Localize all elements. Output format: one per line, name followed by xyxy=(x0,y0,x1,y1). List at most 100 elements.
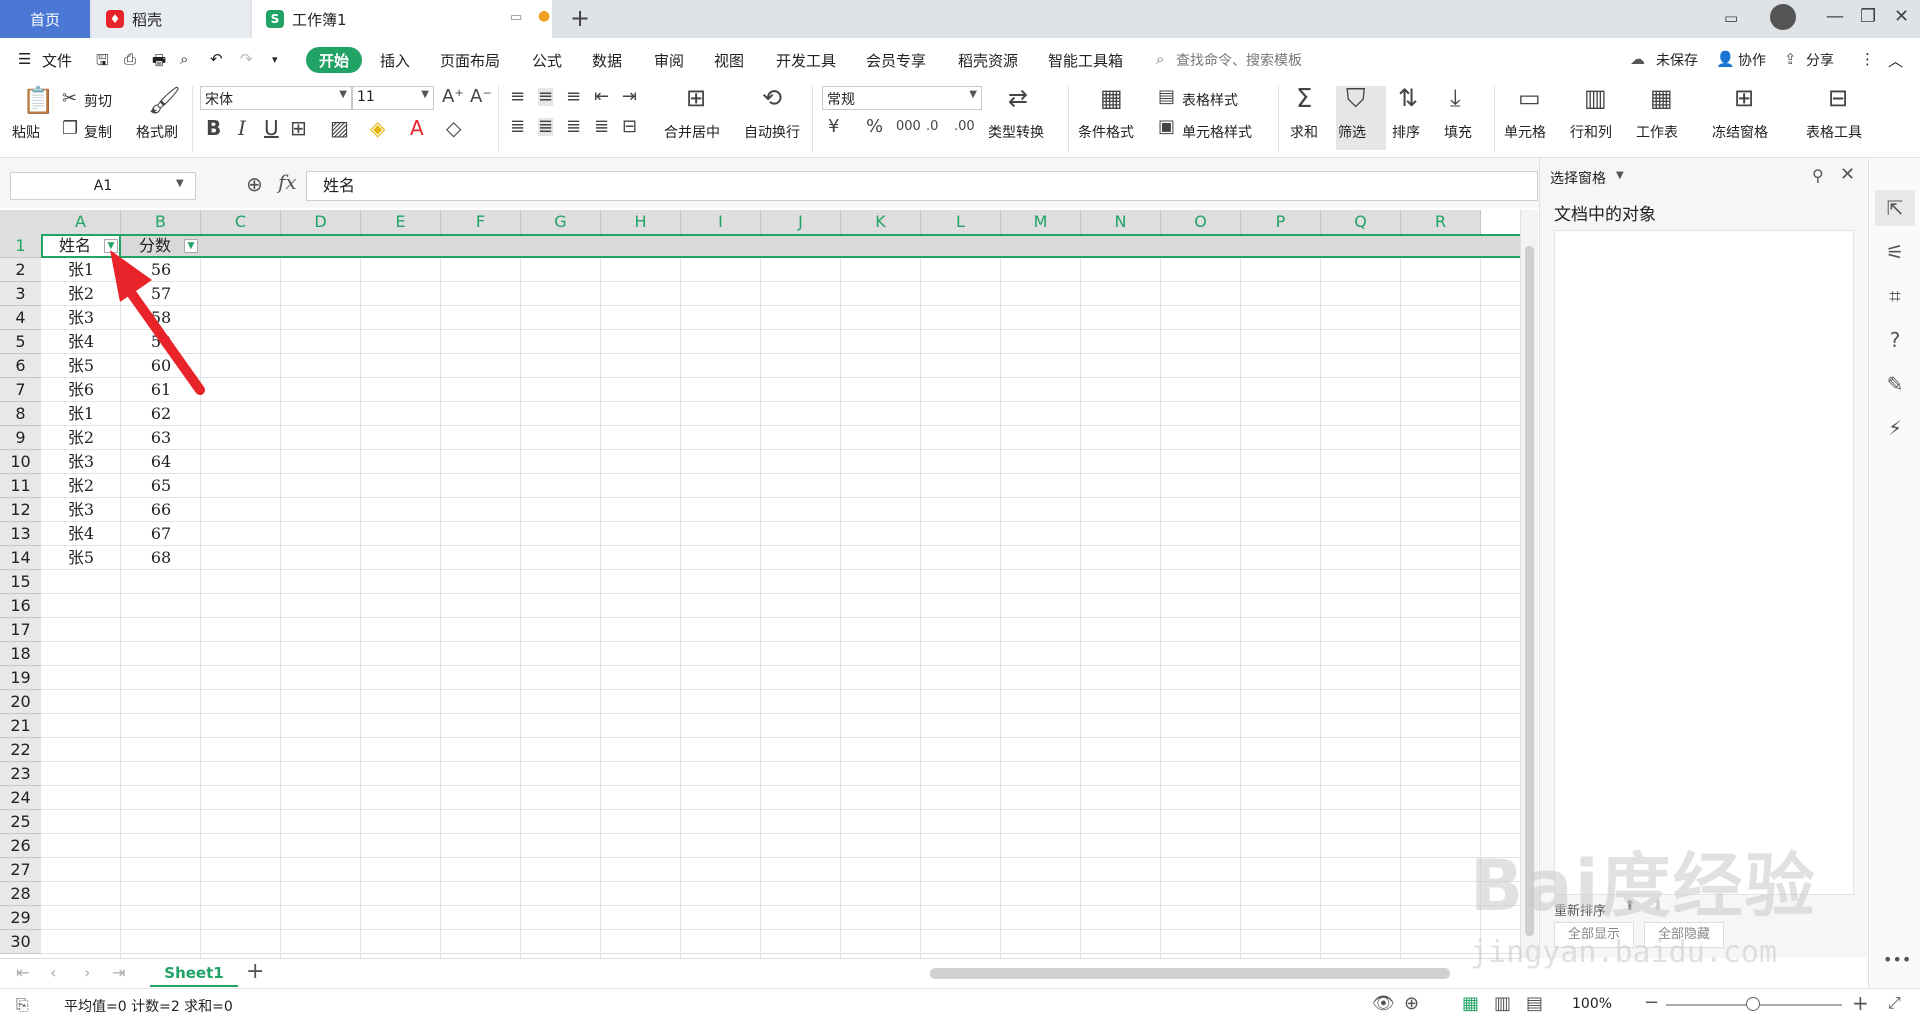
row-header-11[interactable]: 11 xyxy=(0,474,41,498)
redo-icon[interactable]: ↷ xyxy=(240,50,253,68)
underline-icon[interactable]: U xyxy=(264,118,279,138)
unsaved-status[interactable]: 未保存 xyxy=(1656,50,1698,70)
row-col-button[interactable]: 行和列 xyxy=(1570,122,1612,142)
adjust-icon[interactable]: ⚟ xyxy=(1883,240,1907,264)
align-center-icon[interactable]: ≣ xyxy=(538,118,554,136)
zoom-in-icon[interactable]: + xyxy=(1852,991,1869,1015)
tab-daoke[interactable]: ♦ 稻壳 xyxy=(92,0,250,38)
worksheet-button[interactable]: 工作表 xyxy=(1636,122,1678,142)
zoom-formula-icon[interactable]: ⊕ xyxy=(246,172,263,196)
move-up-icon[interactable]: ⬆ xyxy=(1624,898,1636,914)
indent-decrease-icon[interactable]: ⇤ xyxy=(594,88,609,106)
font-shrink-icon[interactable]: A⁻ xyxy=(470,88,492,106)
chevron-down-icon[interactable]: ▼ xyxy=(1616,170,1624,181)
fill-button[interactable]: 填充 xyxy=(1444,122,1472,142)
zoom-out-icon[interactable]: − xyxy=(1644,992,1659,1013)
column-header-K[interactable]: K xyxy=(841,210,921,234)
row-header-6[interactable]: 6 xyxy=(0,354,41,378)
table-cell[interactable]: 64 xyxy=(121,450,201,474)
monitor-icon[interactable]: ▭ xyxy=(510,10,522,25)
increase-decimal-icon[interactable]: .0 xyxy=(926,120,938,133)
indent-increase-icon[interactable]: ⇥ xyxy=(622,88,637,106)
print-preview-icon[interactable]: ⌕ xyxy=(180,50,188,68)
column-header-N[interactable]: N xyxy=(1081,210,1161,234)
column-header-A[interactable]: A xyxy=(41,210,121,234)
name-box[interactable]: A1 xyxy=(10,172,196,200)
table-cell[interactable]: 67 xyxy=(121,522,201,546)
table-cell[interactable]: 63 xyxy=(121,426,201,450)
vertical-scrollbar[interactable] xyxy=(1520,210,1538,958)
menu-view[interactable]: 视图 xyxy=(714,50,744,71)
formula-input[interactable]: 姓名 xyxy=(306,171,1538,201)
fullscreen-icon[interactable]: ⤢ xyxy=(1888,993,1901,1013)
column-header-H[interactable]: H xyxy=(601,210,681,234)
more-horizontal-icon[interactable]: ••• xyxy=(1883,950,1911,974)
collapse-ribbon-icon[interactable]: ︿ xyxy=(1888,50,1903,71)
table-cell[interactable]: 68 xyxy=(121,546,201,570)
type-convert-icon[interactable]: ⇄ xyxy=(1008,86,1028,110)
menu-daoke-resources[interactable]: 稻壳资源 xyxy=(958,50,1018,71)
menu-insert[interactable]: 插入 xyxy=(380,50,410,71)
row-header-9[interactable]: 9 xyxy=(0,426,41,450)
align-top-icon[interactable]: ≡ xyxy=(510,88,525,106)
border-icon[interactable]: ⊞ xyxy=(290,118,307,138)
menu-page-layout[interactable]: 页面布局 xyxy=(440,50,500,71)
row-header-23[interactable]: 23 xyxy=(0,762,41,786)
column-header-F[interactable]: F xyxy=(441,210,521,234)
table-cell[interactable]: 张3 xyxy=(41,498,121,522)
hamburger-icon[interactable]: ☰ xyxy=(18,50,31,68)
row-header-12[interactable]: 12 xyxy=(0,498,41,522)
table-cell[interactable]: 张3 xyxy=(41,450,121,474)
print-icon[interactable]: 🖶 xyxy=(152,50,166,75)
row-header-15[interactable]: 15 xyxy=(0,570,41,594)
row-col-icon[interactable]: ▥ xyxy=(1584,86,1607,110)
save-icon[interactable]: 🖫 xyxy=(96,50,109,75)
paste-button[interactable]: 粘贴 xyxy=(12,122,40,142)
sum-icon[interactable]: Σ xyxy=(1296,86,1312,112)
wrap-text-button[interactable]: 自动换行 xyxy=(744,122,800,142)
font-size-select[interactable]: 11 ▼ xyxy=(352,86,434,110)
column-header-R[interactable]: R xyxy=(1401,210,1481,234)
filter-button[interactable]: 筛选 xyxy=(1338,122,1366,142)
freeze-button[interactable]: 冻结窗格 xyxy=(1712,122,1768,142)
eye-protect-icon[interactable]: 👁 xyxy=(1372,993,1395,1014)
share-button[interactable]: 分享 xyxy=(1806,50,1834,70)
column-header-B[interactable]: B xyxy=(121,210,201,234)
cell-pattern-icon[interactable]: ▨ xyxy=(330,118,349,138)
help-icon[interactable]: ? xyxy=(1883,328,1907,352)
row-header-22[interactable]: 22 xyxy=(0,738,41,762)
row-header-20[interactable]: 20 xyxy=(0,690,41,714)
select-pointer-icon[interactable]: ⇱ xyxy=(1883,196,1907,220)
lightning-icon[interactable]: ⚡ xyxy=(1883,416,1907,440)
column-header-M[interactable]: M xyxy=(1001,210,1081,234)
vertical-scroll-thumb[interactable] xyxy=(1525,246,1534,936)
table-cell[interactable]: 张5 xyxy=(41,546,121,570)
prev-sheet-icon[interactable]: ‹ xyxy=(50,963,56,982)
column-header-J[interactable]: J xyxy=(761,210,841,234)
menu-smart-tools[interactable]: 智能工具箱 xyxy=(1048,50,1123,71)
row-header-10[interactable]: 10 xyxy=(0,450,41,474)
merge-center-icon[interactable]: ⊞ xyxy=(686,86,706,110)
move-down-icon[interactable]: ⬇ xyxy=(1652,898,1664,914)
export-pdf-icon[interactable]: ⎙ xyxy=(124,50,136,68)
column-header-Q[interactable]: Q xyxy=(1321,210,1401,234)
collab-button[interactable]: 协作 xyxy=(1738,50,1766,70)
restore-icon[interactable]: ❐ xyxy=(1860,6,1876,27)
row-header-3[interactable]: 3 xyxy=(0,282,41,306)
row-header-24[interactable]: 24 xyxy=(0,786,41,810)
row-header-7[interactable]: 7 xyxy=(0,378,41,402)
row-header-26[interactable]: 26 xyxy=(0,834,41,858)
quick-access-dropdown-icon[interactable]: ▾ xyxy=(272,53,278,66)
row-header-8[interactable]: 8 xyxy=(0,402,41,426)
row-header-30[interactable]: 30 xyxy=(0,930,41,954)
menu-member[interactable]: 会员专享 xyxy=(866,50,926,71)
language-icon[interactable]: ⊕ xyxy=(1404,993,1419,1014)
row-header-19[interactable]: 19 xyxy=(0,666,41,690)
hide-all-button[interactable]: 全部隐藏 xyxy=(1644,922,1724,948)
row-header-27[interactable]: 27 xyxy=(0,858,41,882)
row-header-1[interactable]: 1 xyxy=(0,234,41,258)
command-search[interactable]: 查找命令、搜索模板 xyxy=(1176,50,1302,70)
table-tools-icon[interactable]: ⊟ xyxy=(1828,86,1848,110)
pane-title[interactable]: 选择窗格 xyxy=(1550,168,1606,188)
column-header-P[interactable]: P xyxy=(1241,210,1321,234)
